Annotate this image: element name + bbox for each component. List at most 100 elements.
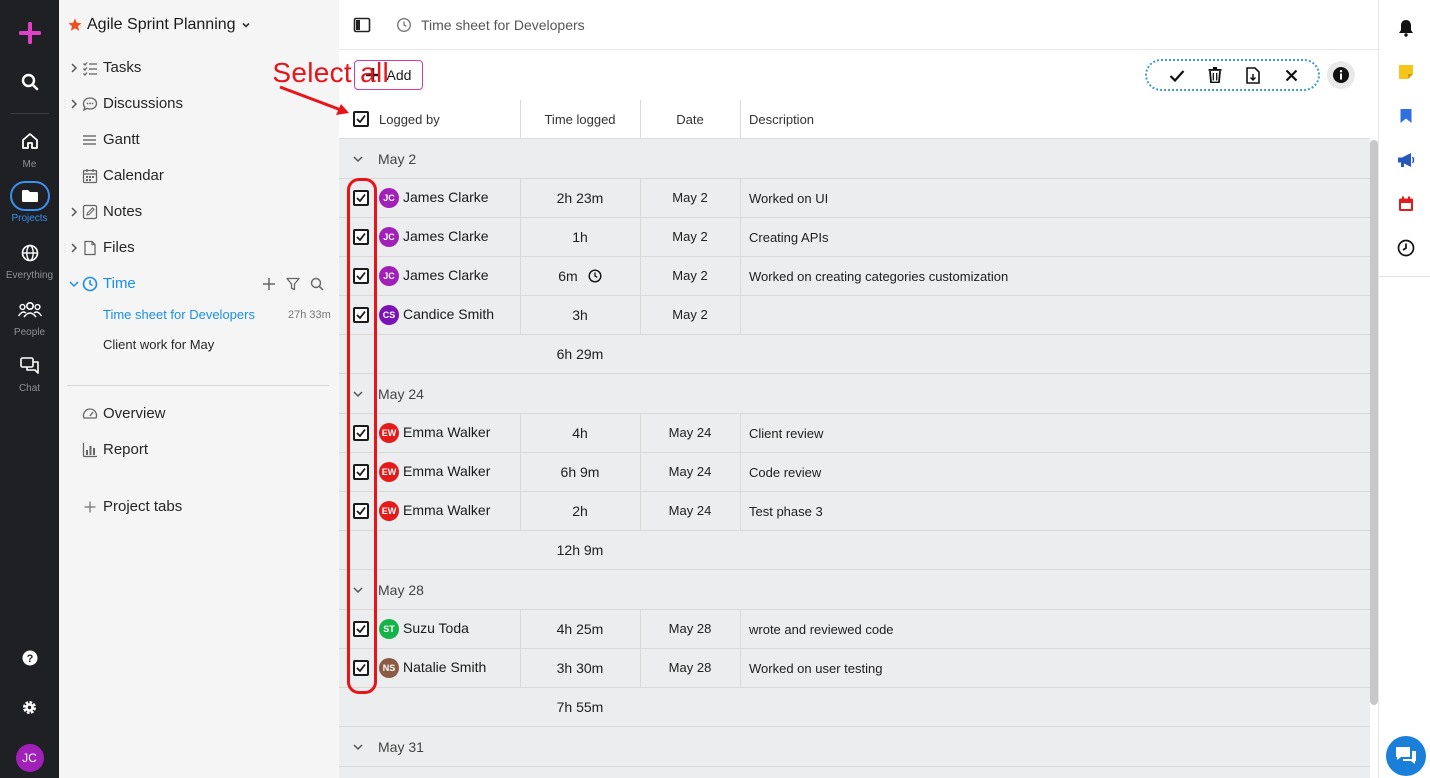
time-logged[interactable]: 6m (520, 268, 640, 284)
sidebar-item-report[interactable]: Report (59, 436, 339, 464)
sheet-item-active[interactable]: Time sheet for Developers (103, 307, 255, 322)
entry-date[interactable]: May 2 (640, 190, 740, 205)
entry-date[interactable]: May 24 (640, 464, 740, 479)
project-tabs-button[interactable]: Project tabs (59, 493, 339, 521)
scrollbar[interactable] (1370, 140, 1378, 705)
time-logged[interactable]: 6h 9m (520, 464, 640, 480)
group-header[interactable]: May 31 (339, 727, 1370, 767)
time-logged[interactable]: 3h 30m (520, 660, 640, 676)
close-icon[interactable] (1285, 69, 1298, 82)
rail-item-projects[interactable]: Projects (0, 181, 59, 224)
project-title: Agile Sprint Planning (87, 16, 236, 33)
group-header[interactable]: May 28 (339, 570, 1370, 610)
timer-icon[interactable] (1397, 239, 1415, 257)
discussion-icon (82, 97, 98, 112)
table-row[interactable]: EW Emma Walker 2h May 24 Test phase 3 (339, 492, 1370, 531)
column-header-description[interactable]: Description (749, 112, 814, 127)
user-name: Suzu Toda (403, 620, 469, 636)
sidebar-item-label: Notes (103, 203, 143, 220)
megaphone-icon[interactable] (1397, 152, 1415, 168)
checkmark-icon[interactable] (1169, 69, 1185, 83)
add-icon[interactable] (262, 277, 276, 291)
table-row[interactable]: EW Emma Walker 4h May 24 Client review (339, 414, 1370, 453)
sidebar-toggle-icon[interactable] (353, 17, 371, 33)
entry-description[interactable]: Code review (749, 465, 821, 480)
time-logged[interactable]: 4h (520, 425, 640, 441)
table-row[interactable]: NS Natalie Smith 3h 30m May 28 Worked on use… (339, 649, 1370, 688)
entry-date[interactable]: May 2 (640, 307, 740, 322)
user-name: Candice Smith (403, 306, 495, 322)
rail-item-people[interactable]: People (0, 301, 59, 338)
time-logged[interactable]: 4h 25m (520, 621, 640, 637)
notes-icon (82, 204, 98, 220)
group-header[interactable]: May 24 (339, 374, 1370, 414)
info-button[interactable] (1327, 61, 1355, 89)
group-header[interactable]: May 2 (339, 139, 1370, 179)
group-date: May 2 (378, 151, 417, 167)
entry-description[interactable]: Creating APIs (749, 230, 829, 245)
time-logged[interactable]: 2h 23m (520, 190, 640, 206)
column-header-time-logged[interactable]: Time logged (520, 112, 640, 127)
create-button[interactable] (0, 20, 59, 51)
group-total-row: 6h 29m (339, 335, 1370, 374)
entry-description[interactable]: Worked on user testing (749, 661, 882, 676)
entry-date[interactable]: May 24 (640, 503, 740, 518)
entry-date[interactable]: May 2 (640, 268, 740, 283)
people-icon (17, 301, 42, 318)
settings-button[interactable] (0, 699, 59, 721)
rail-item-everything[interactable]: Everything (0, 244, 59, 281)
avatar: JC (379, 227, 399, 247)
help-button[interactable]: ? (0, 650, 59, 671)
sheet-item[interactable]: Client work for May (103, 337, 214, 352)
time-logged[interactable]: 3h (520, 307, 640, 323)
rail-item-me[interactable]: Me (0, 131, 59, 170)
filter-icon[interactable] (286, 277, 300, 291)
toolbar: Add (339, 50, 1378, 100)
sidebar-item-notes[interactable]: Notes (59, 198, 339, 226)
sidebar-item-overview[interactable]: Overview (59, 400, 339, 428)
chevron-down-icon (241, 22, 250, 28)
entry-date[interactable]: May 28 (640, 621, 740, 636)
calendar-icon[interactable] (1398, 196, 1414, 212)
project-title-menu[interactable]: Agile Sprint Planning (68, 16, 251, 34)
sidebar-item-gantt[interactable]: Gantt (59, 126, 339, 154)
rail-label: Everything (5, 270, 54, 281)
sidebar-item-label: Discussions (103, 95, 184, 112)
sidebar-item-calendar[interactable]: Calendar (59, 162, 339, 190)
time-logged[interactable]: 1h (520, 229, 640, 245)
sidebar-item-files[interactable]: Files (59, 234, 339, 262)
entry-description[interactable]: Test phase 3 (749, 504, 823, 519)
entry-description[interactable]: Client review (749, 426, 823, 441)
sidebar-item-time[interactable]: Time (59, 270, 339, 298)
bell-icon[interactable] (1398, 19, 1414, 37)
table-row[interactable]: JC James Clarke 6m May 2 Worked on creating … (339, 257, 1370, 296)
entry-description[interactable]: Worked on UI (749, 191, 828, 206)
column-header-date[interactable]: Date (640, 112, 740, 127)
search-icon[interactable] (310, 277, 324, 291)
entry-date[interactable]: May 28 (640, 660, 740, 675)
entry-description[interactable]: wrote and reviewed code (749, 622, 894, 637)
avatar: JC (15, 744, 44, 772)
rail-item-chat[interactable]: Chat (0, 357, 59, 394)
table-header: Logged by Time logged Date Description (339, 100, 1370, 139)
time-logged[interactable]: 2h (520, 503, 640, 519)
entry-date[interactable]: May 24 (640, 425, 740, 440)
table-row[interactable]: CS Candice Smith 3h May 2 (339, 296, 1370, 335)
table-row[interactable]: EW Emma Walker 6h 9m May 24 Code review (339, 453, 1370, 492)
user-avatar[interactable]: JC (0, 744, 59, 772)
sticky-note-icon[interactable] (1398, 64, 1414, 80)
bookmark-icon[interactable] (1399, 108, 1413, 124)
column-header-logged-by[interactable]: Logged by (379, 112, 440, 127)
search-button[interactable] (0, 73, 59, 96)
table-row[interactable]: JC James Clarke 2h 23m May 2 Worked on UI (339, 179, 1370, 218)
table-row[interactable]: ST Suzu Toda 4h 25m May 28 wrote and reviewe… (339, 610, 1370, 649)
divider (740, 453, 741, 491)
entry-date[interactable]: May 2 (640, 229, 740, 244)
chat-support-button[interactable] (1386, 736, 1426, 776)
entry-description[interactable]: Worked on creating categories customizat… (749, 269, 1008, 284)
group-date: May 24 (378, 386, 424, 402)
export-file-icon[interactable] (1246, 67, 1260, 84)
trash-icon[interactable] (1208, 67, 1222, 83)
chevron-right-icon (71, 63, 78, 73)
table-row[interactable]: JC James Clarke 1h May 2 Creating APIs (339, 218, 1370, 257)
